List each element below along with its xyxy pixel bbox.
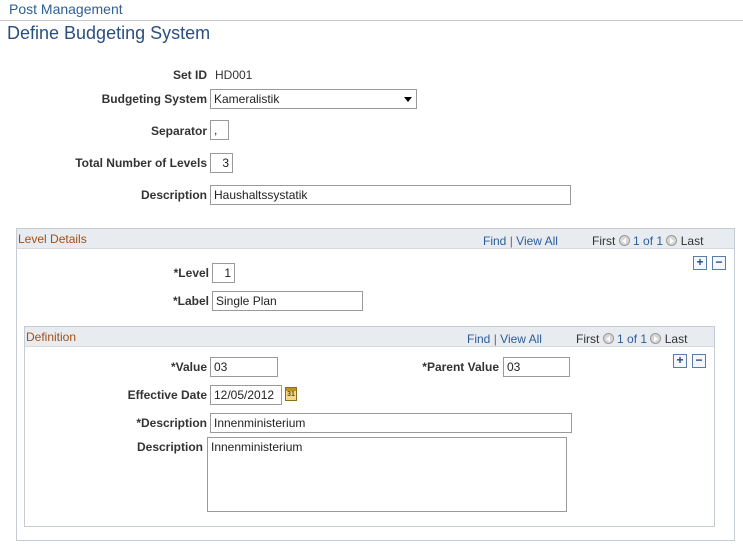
prev-circle-icon[interactable] [618, 235, 630, 246]
effective-date-input[interactable]: 12/05/2012 [210, 385, 282, 405]
level-details-pager: First 1 of 1 Last [592, 234, 703, 248]
level-last-label: Last [680, 234, 704, 248]
effective-date-label: Effective Date [127, 388, 207, 402]
total-levels-input[interactable]: 3 [210, 153, 233, 173]
chevron-down-icon [404, 97, 412, 102]
definition-first-label: First [576, 332, 600, 346]
parent-value-input[interactable]: 03 [503, 357, 570, 377]
description-input[interactable]: Haushaltssystatik [210, 185, 571, 205]
level-counter: 1 of 1 [633, 234, 664, 248]
level-first-label: First [592, 234, 616, 248]
definition-nav: Find | View All [467, 332, 542, 346]
level-find-link[interactable]: Find [483, 234, 506, 248]
value-input[interactable]: 03 [210, 357, 278, 377]
level-add-row-button[interactable]: + [693, 256, 707, 270]
label-input[interactable]: Single Plan [212, 291, 363, 311]
definition-title: Definition [26, 330, 77, 344]
calendar-icon[interactable]: 31 [285, 387, 297, 401]
breadcrumb: Post Management [9, 1, 123, 17]
description-label: Description [140, 188, 207, 202]
label-label: *Label [172, 294, 209, 308]
budgeting-system-label: Budgeting System [101, 92, 207, 106]
parent-value-label: *Parent Value [422, 360, 499, 374]
level-view-all-link[interactable]: View All [516, 234, 558, 248]
long-description-textarea[interactable]: Innenministerium [207, 437, 567, 512]
definition-view-all-link[interactable]: View All [500, 332, 542, 346]
definition-counter: 1 of 1 [617, 332, 648, 346]
budgeting-system-select[interactable]: Kameralistik [210, 89, 417, 109]
total-levels-label: Total Number of Levels [75, 156, 207, 170]
level-input[interactable]: 1 [212, 263, 235, 283]
separator-input[interactable]: , [210, 120, 229, 140]
definition-delete-row-button[interactable]: − [692, 354, 706, 368]
prev-circle-icon[interactable] [602, 333, 614, 344]
definition-last-label: Last [664, 332, 688, 346]
definition-add-row-button[interactable]: + [673, 354, 687, 368]
nav-divider: | [509, 234, 513, 248]
level-details-nav: Find | View All [483, 234, 558, 248]
next-circle-icon[interactable] [666, 235, 678, 246]
nav-divider: | [493, 332, 497, 346]
definition-find-link[interactable]: Find [467, 332, 490, 346]
next-circle-icon[interactable] [650, 333, 662, 344]
budgeting-system-selected: Kameralistik [214, 92, 280, 106]
level-label: *Level [173, 266, 209, 280]
required-description-input[interactable]: Innenministerium [210, 413, 572, 433]
required-description-label: *Description [136, 416, 207, 430]
level-delete-row-button[interactable]: − [712, 256, 726, 270]
page-title: Define Budgeting System [7, 23, 211, 43]
header-divider [0, 20, 743, 21]
separator-label: Separator [150, 124, 207, 138]
value-label: *Value [170, 360, 207, 374]
setid-label: Set ID [172, 68, 207, 82]
level-details-title: Level Details [18, 232, 87, 246]
setid-value: HD001 [215, 68, 253, 82]
definition-pager: First 1 of 1 Last [576, 332, 687, 346]
long-description-label: Description [136, 440, 203, 454]
